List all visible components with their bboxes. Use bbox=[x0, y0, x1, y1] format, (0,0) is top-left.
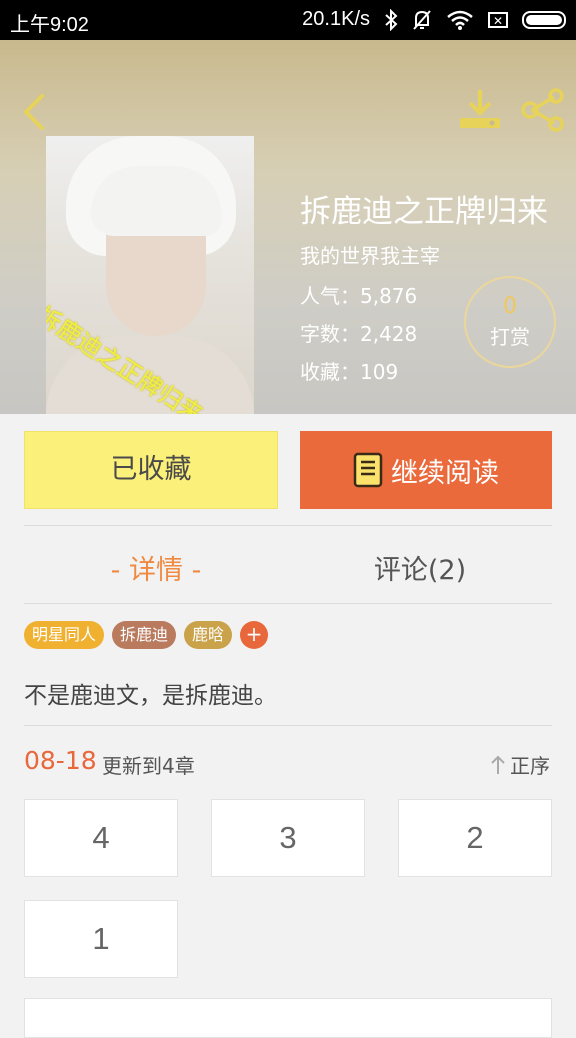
chapter-button[interactable]: 2 bbox=[398, 799, 552, 877]
more-chapters-card[interactable] bbox=[24, 998, 552, 1038]
divider bbox=[24, 603, 552, 604]
reward-label: 打赏 bbox=[490, 325, 530, 349]
sort-order-toggle[interactable]: 正序 bbox=[490, 750, 550, 779]
status-time: 上午9:02 bbox=[10, 14, 89, 36]
wifi-icon bbox=[447, 10, 473, 30]
net-speed: 20.1K/s bbox=[302, 8, 370, 30]
share-icon[interactable] bbox=[520, 88, 566, 132]
cover-fringe bbox=[91, 166, 221, 236]
popularity-stat: 人气：5,876 bbox=[300, 284, 418, 308]
tag[interactable]: 明星同人 bbox=[24, 621, 105, 649]
divider bbox=[24, 525, 552, 526]
sim-icon: ✕ bbox=[488, 11, 508, 28]
arrow-up-icon bbox=[491, 755, 505, 774]
add-tag-button[interactable]: + bbox=[240, 621, 269, 649]
book-header: 拆鹿迪之正牌归来 拆鹿迪之正牌归来 我的世界我主宰 人气：5,876 字数：2,… bbox=[0, 40, 576, 414]
tab-detail[interactable]: - 详情 - bbox=[24, 548, 288, 587]
word-count-stat: 字数：2,428 bbox=[300, 322, 418, 346]
book-title: 拆鹿迪之正牌归来 bbox=[300, 194, 548, 230]
update-text: 更新到4章 bbox=[102, 754, 195, 778]
reward-button[interactable]: 0 打赏 bbox=[464, 276, 556, 368]
battery-icon bbox=[522, 10, 566, 29]
chapter-button[interactable]: 1 bbox=[24, 900, 178, 978]
sort-order-label: 正序 bbox=[510, 754, 550, 778]
status-bar: 上午9:02 20.1K/s ✕ bbox=[0, 0, 576, 40]
continue-reading-button[interactable]: 继续阅读 bbox=[300, 431, 552, 509]
book-cover[interactable]: 拆鹿迪之正牌归来 bbox=[46, 136, 254, 414]
bluetooth-icon bbox=[385, 8, 398, 31]
update-date: 08-18 bbox=[24, 746, 97, 775]
favorites-stat: 收藏：109 bbox=[300, 360, 399, 384]
download-icon[interactable] bbox=[458, 88, 502, 130]
reward-count: 0 bbox=[503, 294, 517, 319]
book-description: 不是鹿迪文，是拆鹿迪。 bbox=[24, 683, 277, 709]
book-icon bbox=[353, 452, 383, 488]
back-icon[interactable] bbox=[18, 92, 50, 132]
tag[interactable]: 拆鹿迪 bbox=[112, 621, 177, 649]
chapter-button[interactable]: 3 bbox=[211, 799, 365, 877]
divider bbox=[24, 725, 552, 726]
tag[interactable]: 鹿晗 bbox=[184, 621, 233, 649]
chapter-button[interactable]: 4 bbox=[24, 799, 178, 877]
status-icons: 20.1K/s ✕ bbox=[302, 8, 566, 31]
continue-reading-label: 继续阅读 bbox=[391, 457, 499, 489]
book-subtitle: 我的世界我主宰 bbox=[300, 244, 440, 268]
tab-comments[interactable]: 评论(2) bbox=[288, 548, 552, 587]
favorited-button[interactable]: 已收藏 bbox=[24, 431, 278, 509]
mute-icon bbox=[413, 9, 431, 30]
tag-list: 明星同人 拆鹿迪 鹿晗 + bbox=[24, 621, 269, 649]
